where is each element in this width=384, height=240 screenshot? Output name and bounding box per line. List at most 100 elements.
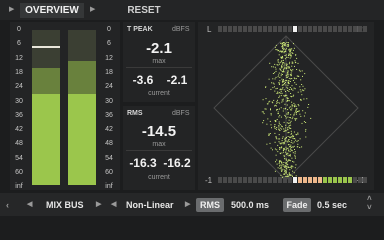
meter-scale-tick-right: 12 [105,54,113,62]
scope-dot [289,50,291,52]
scope-dot [277,167,279,169]
scope-dot [284,130,286,132]
rms-window-value[interactable]: 500.0 ms [231,198,269,212]
scope-dot [274,148,276,150]
scope-dot [277,113,279,115]
scope-dot [283,172,285,174]
scope-dot [278,95,280,97]
scope-dot [287,166,289,168]
scope-dot [283,121,285,123]
chevron-down-icon[interactable]: ˅ [367,203,372,212]
correlation-min-label: -1 [205,176,213,185]
scope-dot [284,166,286,168]
scope-dot [290,124,292,126]
scope-dot [261,111,263,113]
reset-button[interactable]: RESET [104,3,184,18]
scope-dot [270,124,272,126]
chevron-left-icon[interactable]: ◀ [111,198,116,212]
scope-dot [278,125,280,127]
rms-toggle[interactable]: RMS [196,198,224,212]
scope-dot [272,82,274,84]
fade-toggle[interactable]: Fade [283,198,311,212]
scope-dot [290,136,292,138]
scope-dot [282,150,284,151]
scope-dot [281,126,283,128]
scope-dot [285,91,286,92]
meter-scale-tick-left: 24 [15,83,23,91]
play-icon[interactable]: ▶ [90,4,95,16]
scope-dot [280,56,282,58]
scope-dot [280,174,282,176]
scope-dot [281,169,283,171]
scope-dot [280,116,282,118]
scope-dot [275,70,277,72]
scope-dot [293,172,295,174]
scope-dot [275,68,277,70]
scope-dot [292,160,294,162]
meter-scale-tick-left: 36 [15,111,23,119]
scope-dot [287,147,289,149]
scope-dot [292,136,294,138]
scope-dot [297,111,298,112]
scope-dot [266,123,268,125]
scope-dot [265,86,266,88]
meter-scale-tick-right: 54 [105,154,113,162]
scope-dot [282,59,284,61]
scope-dot [287,80,289,82]
scope-dot [294,106,295,108]
scope-dot [292,49,294,51]
mode-selector[interactable]: Non-Linear [126,198,174,212]
meter-segment [268,177,272,183]
scope-dot [282,50,284,52]
tpeak-unit: dBFS [172,26,190,33]
play-icon[interactable]: ▶ [96,198,101,212]
scope-dot [287,97,289,99]
scope-dot [263,111,264,113]
chevron-left-icon[interactable]: ‹ [6,198,9,212]
scope-dot [271,127,272,129]
scope-dot [278,72,280,74]
scope-dot [276,163,278,165]
scope-dot [286,67,288,69]
scope-dot [297,140,299,142]
scope-dot [291,61,293,63]
tab-overview[interactable]: OVERVIEW [20,3,84,18]
scope-dot [274,90,276,92]
meter-segment [328,177,332,183]
bus-selector[interactable]: MIX BUS [46,198,84,212]
scope-dot [299,86,301,88]
scope-dot [284,149,286,151]
chevron-left-icon[interactable]: ◀ [27,198,32,212]
scope-dot [290,88,292,90]
scope-dot [281,81,283,83]
scope-dot [281,142,283,144]
scope-dot [277,60,279,62]
scope-dot [276,102,278,104]
scope-dot [289,106,291,108]
chevron-up-icon[interactable]: ˄ [367,194,372,203]
scope-dot [284,165,286,167]
meter-segment [218,177,222,183]
scope-dot [285,54,287,56]
scope-dot [295,105,297,107]
play-icon[interactable]: ▶ [9,4,14,16]
scope-dot [290,142,292,143]
scope-dot [277,108,279,110]
meter-segment [318,177,322,183]
play-icon[interactable]: ▶ [185,198,190,212]
scope-dot [288,42,289,44]
scope-dot [279,80,281,82]
scope-dot [284,94,286,96]
scope-dot [279,114,281,116]
tpeak-current-label: current [148,90,170,97]
scope-dot [283,68,285,70]
meter-scale-tick-right: 24 [105,83,113,91]
scope-dot [278,84,280,85]
scope-dot [286,66,288,68]
fade-time-value[interactable]: 0.5 sec [317,198,347,212]
scope-dot [279,124,281,126]
scope-dot [281,164,283,166]
scope-dot [300,91,302,93]
scope-dot [281,51,282,53]
divider [126,150,192,151]
